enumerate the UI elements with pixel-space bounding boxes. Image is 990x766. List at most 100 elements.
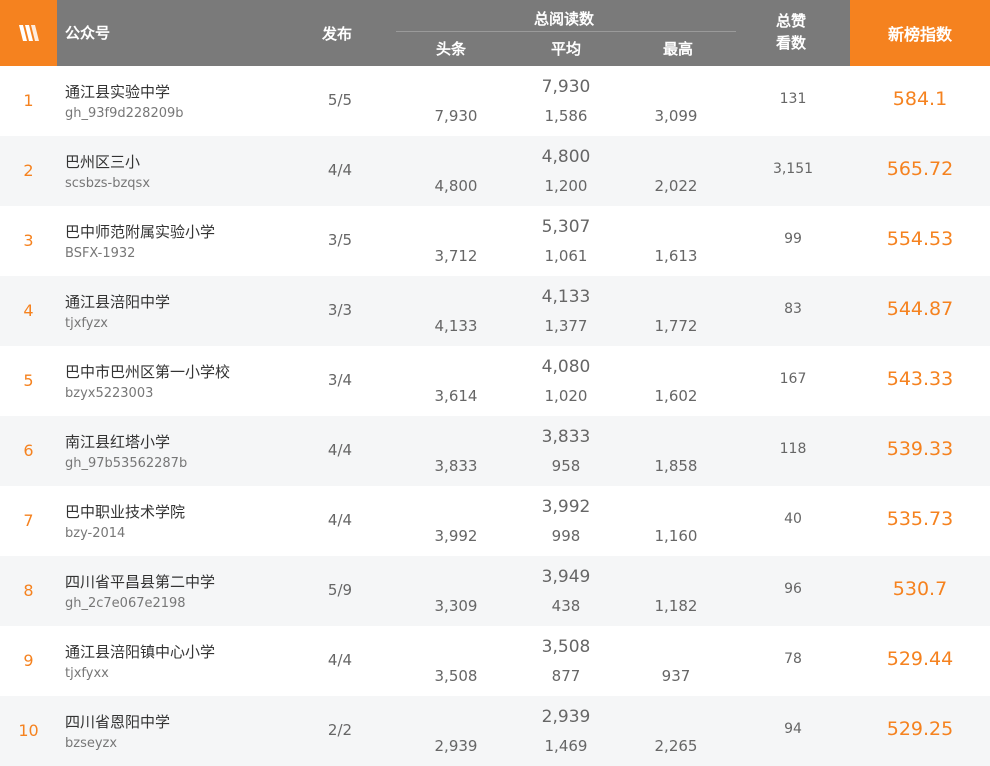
account-name[interactable]: 通江县涪阳中学: [65, 291, 170, 312]
max-reads: 1,613: [654, 247, 698, 265]
likes-count: 3,151: [772, 161, 814, 177]
row-rank: 1: [23, 91, 34, 110]
likes-count: 83: [784, 301, 802, 317]
total-reads: 4,080: [541, 357, 591, 377]
newrank-index: 529.25: [886, 718, 954, 740]
publish-count: 4/4: [327, 511, 353, 529]
total-reads: 3,992: [541, 497, 591, 517]
publish-count: 2/2: [327, 721, 353, 739]
column-header-index[interactable]: 新榜指数: [850, 0, 990, 66]
publish-count: 3/3: [327, 301, 353, 319]
account-id: gh_93f9d228209b: [65, 106, 184, 121]
account-id: bzyx5223003: [65, 386, 154, 401]
publish-count: 4/4: [327, 441, 353, 459]
avg-reads: 998: [551, 527, 581, 545]
avg-reads: 877: [551, 667, 581, 685]
account-id: gh_97b53562287b: [65, 456, 188, 471]
likes-count: 99: [784, 231, 802, 247]
column-header-max[interactable]: 最高: [663, 38, 693, 59]
account-id: bzy-2014: [65, 526, 126, 541]
table-row[interactable]: 5 巴中市巴州区第一小学校 bzyx5223003 3/4 4,080 3,614 1,02…: [0, 346, 990, 416]
table-row[interactable]: 7 巴中职业技术学院 bzy-2014 4/4 3,992 3,992 998 1,160 40…: [0, 486, 990, 556]
account-name[interactable]: 巴中市巴州区第一小学校: [65, 361, 230, 382]
account-id: gh_2c7e067e2198: [65, 596, 186, 611]
head-reads: 7,930: [434, 107, 478, 125]
likes-count: 78: [784, 651, 802, 667]
publish-count: 3/4: [327, 371, 353, 389]
total-reads: 3,949: [541, 567, 591, 587]
row-rank: 8: [23, 581, 34, 600]
column-header-account: 公众号: [65, 24, 111, 42]
table-row[interactable]: 9 通江县涪阳镇中心小学 tjxfyxx 4/4 3,508 3,508 877 937 78 5…: [0, 626, 990, 696]
publish-count: 3/5: [327, 231, 353, 249]
max-reads: 1,772: [654, 317, 698, 335]
row-rank: 9: [23, 651, 34, 670]
newrank-index: 539.33: [886, 438, 954, 460]
head-reads: 3,508: [434, 667, 478, 685]
column-header-avg[interactable]: 平均: [551, 38, 581, 59]
table-row[interactable]: 1 通江县实验中学 gh_93f9d228209b 5/5 7,930 7,930 1,58…: [0, 66, 990, 136]
account-name[interactable]: 巴中职业技术学院: [65, 501, 185, 522]
total-reads: 7,930: [541, 77, 591, 97]
account-name[interactable]: 南江县红塔小学: [65, 431, 170, 452]
newrank-index: 584.1: [892, 88, 948, 110]
head-reads: 3,309: [434, 597, 478, 615]
row-rank: 10: [18, 721, 39, 740]
avg-reads: 958: [551, 457, 581, 475]
row-rank: 5: [23, 371, 34, 390]
logo[interactable]: [0, 0, 57, 66]
total-reads: 5,307: [541, 217, 591, 237]
avg-reads: 1,020: [544, 387, 588, 405]
account-name[interactable]: 通江县涪阳镇中心小学: [65, 641, 215, 662]
newrank-index: 554.53: [886, 228, 954, 250]
header-divider: [396, 31, 736, 32]
avg-reads: 1,377: [544, 317, 588, 335]
avg-reads: 1,469: [544, 737, 588, 755]
table-row[interactable]: 8 四川省平昌县第二中学 gh_2c7e067e2198 5/9 3,949 3,309 4…: [0, 556, 990, 626]
max-reads: 3,099: [654, 107, 698, 125]
max-reads: 1,182: [654, 597, 698, 615]
account-name[interactable]: 巴中师范附属实验小学: [65, 221, 215, 242]
total-reads: 4,133: [541, 287, 591, 307]
newrank-index: 544.87: [886, 298, 954, 320]
account-id: tjxfyzx: [65, 316, 108, 331]
max-reads: 2,265: [654, 737, 698, 755]
account-id: scsbzs-bzqsx: [65, 176, 151, 191]
table-row[interactable]: 2 巴州区三小 scsbzs-bzqsx 4/4 4,800 4,800 1,200 2,02…: [0, 136, 990, 206]
publish-count: 5/5: [327, 91, 353, 109]
head-reads: 4,800: [434, 177, 478, 195]
likes-count: 118: [779, 441, 807, 457]
account-name[interactable]: 通江县实验中学: [65, 81, 170, 102]
table-header: 公众号 发布 总阅读数 头条 平均 最高 总赞 看数 新榜指数: [0, 0, 990, 66]
likes-count: 96: [784, 581, 802, 597]
column-header-total-reads[interactable]: 总阅读数: [534, 8, 594, 29]
head-reads: 3,992: [434, 527, 478, 545]
table-row[interactable]: 4 通江县涪阳中学 tjxfyzx 3/3 4,133 4,133 1,377 1,772 83…: [0, 276, 990, 346]
column-header-likes[interactable]: 总赞 看数: [776, 10, 806, 54]
newrank-index: 535.73: [886, 508, 954, 530]
likes-count: 40: [784, 511, 802, 527]
row-rank: 7: [23, 511, 34, 530]
total-reads: 3,833: [541, 427, 591, 447]
table-row[interactable]: 10 四川省恩阳中学 bzseyzx 2/2 2,939 2,939 1,469 2,265 9…: [0, 696, 990, 766]
max-reads: 1,160: [654, 527, 698, 545]
row-rank: 4: [23, 301, 34, 320]
account-name[interactable]: 四川省恩阳中学: [65, 711, 170, 732]
newrank-index: 530.7: [892, 578, 948, 600]
account-name[interactable]: 四川省平昌县第二中学: [65, 571, 215, 592]
account-id: BSFX-1932: [65, 246, 136, 261]
avg-reads: 1,586: [544, 107, 588, 125]
column-header-publish[interactable]: 发布: [322, 23, 352, 44]
column-header-head[interactable]: 头条: [436, 38, 466, 59]
max-reads: 1,602: [654, 387, 698, 405]
wechat-w-logo-icon: [18, 25, 39, 41]
avg-reads: 1,200: [544, 177, 588, 195]
avg-reads: 438: [551, 597, 581, 615]
max-reads: 1,858: [654, 457, 698, 475]
total-reads: 3,508: [541, 637, 591, 657]
total-reads: 4,800: [541, 147, 591, 167]
table-row[interactable]: 6 南江县红塔小学 gh_97b53562287b 4/4 3,833 3,833 958 1…: [0, 416, 990, 486]
table-row[interactable]: 3 巴中师范附属实验小学 BSFX-1932 3/5 5,307 3,712 1,061 1,…: [0, 206, 990, 276]
head-reads: 3,614: [434, 387, 478, 405]
account-name[interactable]: 巴州区三小: [65, 151, 140, 172]
